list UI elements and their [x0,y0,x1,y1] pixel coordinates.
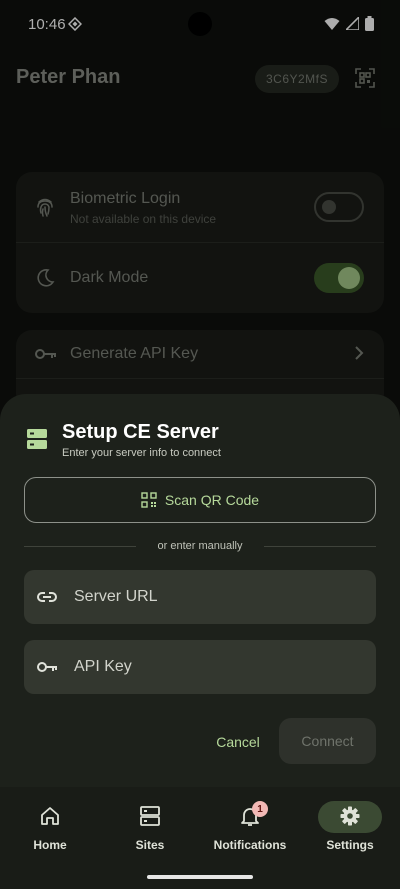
nav-label-settings: Settings [326,838,374,852]
nav-label-home: Home [33,838,67,852]
nav-label-sites: Sites [135,838,165,852]
nav-item-settings[interactable]: Settings [300,787,400,867]
divider-right [264,546,376,547]
nav-item-notifications[interactable]: 1 Notifications [200,787,300,867]
cancel-button[interactable]: Cancel [206,728,270,756]
key-icon [37,662,57,672]
notification-badge: 1 [252,801,268,817]
server-icon [27,429,47,449]
nav-label-notifications: Notifications [213,838,287,852]
nav-item-sites[interactable]: Sites [100,787,200,867]
sheet-title: Setup CE Server [62,421,219,443]
sheet-subtitle: Enter your server info to connect [62,447,221,459]
connect-button[interactable]: Connect [279,718,376,764]
gear-icon [340,806,360,826]
server-url-field[interactable] [24,570,376,624]
api-key-input[interactable] [74,640,364,694]
scan-qr-label: Scan QR Code [164,492,260,508]
qr-scan-icon [141,492,157,508]
server-url-input[interactable] [74,570,364,624]
scan-qr-button[interactable]: Scan QR Code [24,477,376,523]
api-key-field[interactable] [24,640,376,694]
nav-item-home[interactable]: Home [0,787,100,867]
bottom-navigation: Home Sites 1 Notifications Settings [0,787,400,889]
home-icon [41,807,59,825]
home-indicator[interactable] [147,875,253,879]
link-icon [37,592,57,602]
sites-icon [140,806,160,826]
